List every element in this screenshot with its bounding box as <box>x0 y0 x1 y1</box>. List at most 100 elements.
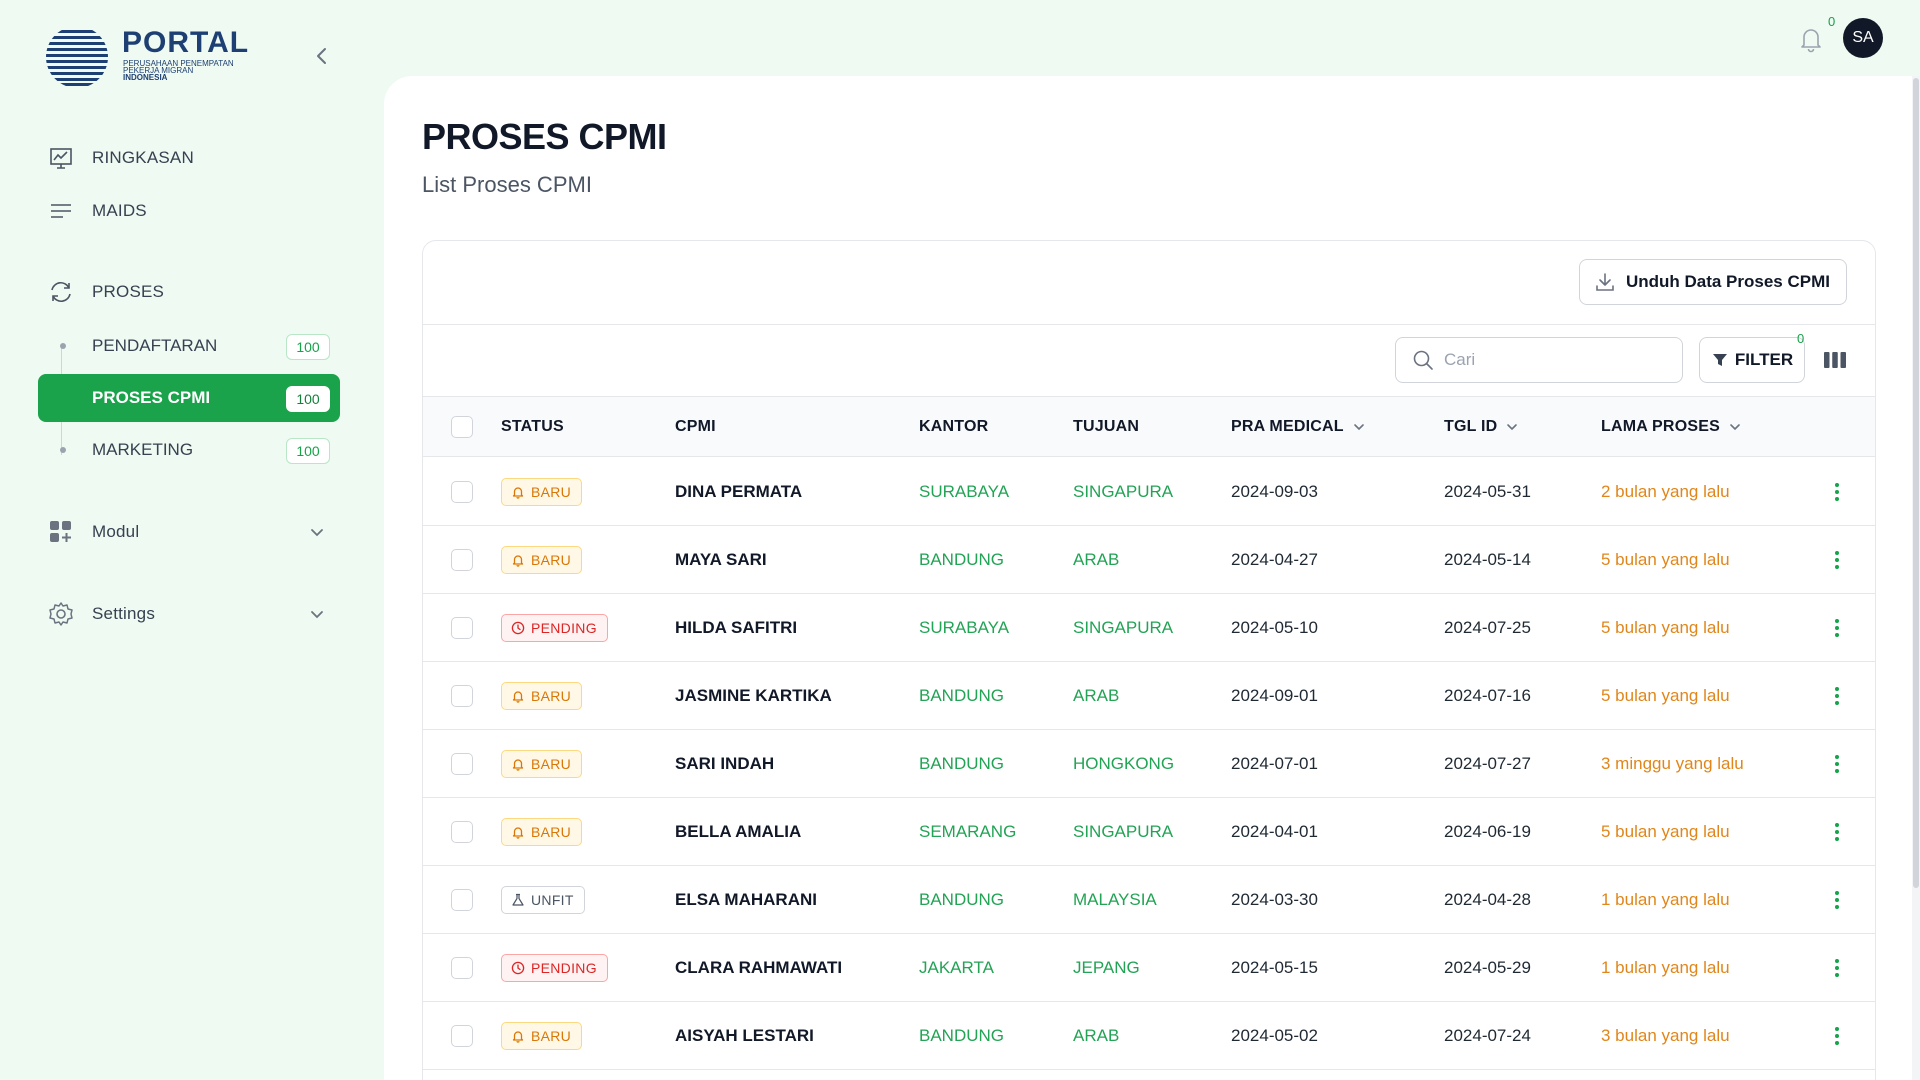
sort-chevron-down-icon <box>1507 424 1518 431</box>
sidebar-group-settings[interactable]: Settings <box>38 590 340 638</box>
row-actions-kebab-icon[interactable] <box>1827 686 1847 706</box>
sidebar-item-label: MAIDS <box>92 201 147 220</box>
kantor-cell: BANDUNG <box>919 890 1005 909</box>
scrollbar-thumb[interactable] <box>1913 78 1919 888</box>
cpmi-name-cell: CLARA RAHMAWATI <box>675 958 843 977</box>
clock-icon <box>511 961 525 975</box>
status-cell: BARU <box>501 730 583 798</box>
count-badge: 100 <box>286 334 330 360</box>
status-badge-label: BARU <box>531 688 572 704</box>
row-select-checkbox[interactable] <box>451 617 473 639</box>
cpmi-name-cell: DINA PERMATA <box>675 482 803 501</box>
chevron-left-icon <box>317 48 326 64</box>
table-row[interactable]: BARU MAYA SARI BANDUNG ARAB 2024-04-27 2024-0… <box>423 526 1875 594</box>
row-select-checkbox[interactable] <box>451 889 473 911</box>
column-header-tgl-id[interactable]: TGL ID <box>1444 397 1519 457</box>
page-scrollbar[interactable] <box>1912 76 1920 1080</box>
search-icon <box>1413 350 1433 370</box>
status-badge: BARU <box>501 1022 583 1050</box>
lama-proses-cell: 3 bulan yang lalu <box>1601 1026 1730 1045</box>
portal-logo[interactable]: PORTAL PERUSAHAAN PENEMPATAN PEKERJA MIG… <box>46 26 256 88</box>
table-row[interactable]: PENDING CLARA RAHMAWATI JAKARTA JEPANG 2024-… <box>423 934 1875 1002</box>
bell-icon <box>512 1031 524 1043</box>
table-row[interactable]: BARU BELLA AMALIA SEMARANG SINGAPURA 2024-04… <box>423 798 1875 866</box>
row-actions-kebab-icon[interactable] <box>1827 890 1847 910</box>
pra-medical-cell: 2024-09-01 <box>1231 686 1318 705</box>
row-actions-kebab-icon[interactable] <box>1827 1026 1847 1046</box>
lama-proses-cell: 5 bulan yang lalu <box>1601 550 1730 569</box>
cpmi-name-cell: JASMINE KARTIKA <box>675 686 832 705</box>
status-badge-label: BARU <box>531 552 572 568</box>
tgl-id-cell: 2024-07-27 <box>1444 754 1531 773</box>
row-select-checkbox[interactable] <box>451 821 473 843</box>
row-actions-kebab-icon[interactable] <box>1827 754 1847 774</box>
sidebar-subitem-proses-cpmi[interactable]: PROSES CPMI 100 <box>38 374 340 422</box>
row-actions-kebab-icon[interactable] <box>1827 958 1847 978</box>
row-select-checkbox[interactable] <box>451 1025 473 1047</box>
table-row[interactable]: BARU SARI INDAH BANDUNG HONGKONG 2024-07-01 2… <box>423 730 1875 798</box>
row-select-checkbox[interactable] <box>451 549 473 571</box>
tujuan-cell: JEPANG <box>1073 958 1140 977</box>
collapse-sidebar-button[interactable] <box>310 44 334 68</box>
column-header-label: TGL ID <box>1444 418 1498 435</box>
cpmi-name-cell: SARI INDAH <box>675 754 775 773</box>
row-actions-kebab-icon[interactable] <box>1827 618 1847 638</box>
select-all-checkbox[interactable] <box>451 416 473 438</box>
pra-medical-cell: 2024-09-03 <box>1231 482 1318 501</box>
sidebar-item-proses[interactable]: PROSES <box>38 268 340 316</box>
pra-medical-cell: 2024-03-30 <box>1231 890 1318 909</box>
count-badge: 100 <box>286 386 330 412</box>
row-select-checkbox[interactable] <box>451 481 473 503</box>
status-badge-label: PENDING <box>531 620 597 636</box>
sidebar-item-maids[interactable]: MAIDS <box>38 187 340 235</box>
column-header-pra-medical[interactable]: PRA MEDICAL <box>1231 397 1366 457</box>
chevron-down-icon <box>311 611 323 619</box>
search-box[interactable] <box>1395 337 1683 383</box>
lama-proses-cell: 5 bulan yang lalu <box>1601 822 1730 841</box>
filter-button-label: FILTER <box>1734 350 1794 369</box>
page-title: PROSES CPMI <box>422 116 667 157</box>
sidebar-group-modul[interactable]: Modul <box>38 508 340 556</box>
bell-icon <box>512 555 524 567</box>
user-avatar[interactable]: SA <box>1843 18 1883 58</box>
row-actions-kebab-icon[interactable] <box>1827 482 1847 502</box>
column-settings-button[interactable] <box>1823 349 1847 371</box>
row-actions-kebab-icon[interactable] <box>1827 550 1847 570</box>
table-row[interactable]: BARU AISYAH LESTARI BANDUNG ARAB 2024-05-02 2… <box>423 1002 1875 1070</box>
notification-bell-button[interactable] <box>1796 24 1826 54</box>
cpmi-name-cell: AISYAH LESTARI <box>675 1026 814 1045</box>
status-cell: UNFIT <box>501 866 585 934</box>
search-input[interactable] <box>1444 350 1664 370</box>
tgl-id-cell: 2024-07-25 <box>1444 618 1531 637</box>
sidebar-subitem-pendaftaran[interactable]: PENDAFTARAN 100 <box>38 322 340 370</box>
table-toolbar: FILTER 0 <box>423 325 1875 397</box>
sidebar-item-ringkasan[interactable]: RINGKASAN <box>38 134 340 182</box>
status-badge-label: PENDING <box>531 960 597 976</box>
tgl-id-cell: 2024-04-28 <box>1444 890 1531 909</box>
kantor-cell: JAKARTA <box>919 958 994 977</box>
table-row[interactable]: BARU DINA PERMATA SURABAYA SINGAPURA 2024-09… <box>423 458 1875 526</box>
table-row[interactable]: PENDING HILDA SAFITRI SURABAYA SINGAPURA 202… <box>423 594 1875 662</box>
sidebar-subitem-marketing[interactable]: MARKETING 100 <box>38 426 340 474</box>
status-badge: BARU <box>501 478 583 506</box>
table-row[interactable]: BARU JASMINE KARTIKA BANDUNG ARAB 2024-09-01… <box>423 662 1875 730</box>
kantor-cell: BANDUNG <box>919 1026 1005 1045</box>
download-data-button[interactable]: Unduh Data Proses CPMI <box>1578 259 1847 305</box>
cpmi-name-cell: HILDA SAFITRI <box>675 618 798 637</box>
data-table-card: Unduh Data Proses CPMI FILTER 0 STATUS C… <box>422 240 1876 1080</box>
status-badge-label: BARU <box>531 824 572 840</box>
sort-chevron-down-icon <box>1730 424 1740 431</box>
lama-proses-cell: 5 bulan yang lalu <box>1601 686 1730 705</box>
filter-button[interactable]: FILTER <box>1699 337 1805 383</box>
kantor-cell: SURABAYA <box>919 618 1010 637</box>
bell-icon <box>1801 29 1821 53</box>
tgl-id-cell: 2024-07-24 <box>1444 1026 1531 1045</box>
row-select-checkbox[interactable] <box>451 753 473 775</box>
row-select-checkbox[interactable] <box>451 957 473 979</box>
column-header-lama-proses[interactable]: LAMA PROSES <box>1601 397 1742 457</box>
tujuan-cell: MALAYSIA <box>1073 890 1157 909</box>
row-select-checkbox[interactable] <box>451 685 473 707</box>
tujuan-cell: ARAB <box>1073 1026 1120 1045</box>
row-actions-kebab-icon[interactable] <box>1827 822 1847 842</box>
table-row[interactable]: UNFIT ELSA MAHARANI BANDUNG MALAYSIA 2024-03… <box>423 866 1875 934</box>
